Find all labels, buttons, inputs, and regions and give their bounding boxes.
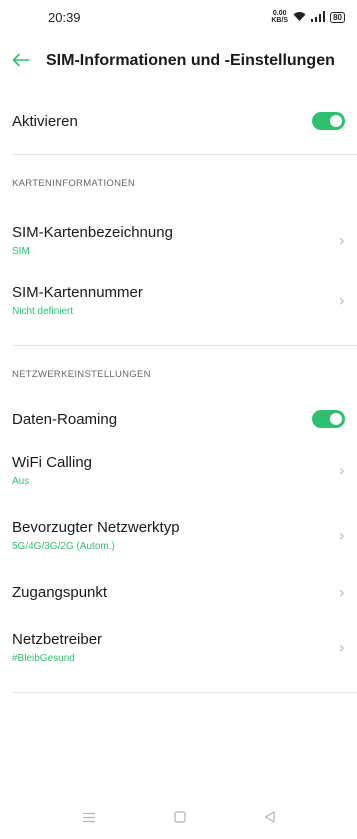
network-type-value: 5G/4G/3G/2G (Autom.) — [12, 540, 115, 552]
navigation-bar — [0, 797, 357, 839]
sim-card-number-row[interactable]: SIM-Kartennummer Nicht definiert › — [0, 269, 357, 331]
network-type-row[interactable]: Bevorzugter Netzwerktyp 5G/4G/3G/2G (Aut… — [0, 504, 357, 566]
chevron-right-icon: › — [338, 637, 345, 657]
sim-card-number-value: Nicht definiert — [12, 305, 74, 317]
battery-icon: 80 — [330, 11, 345, 23]
network-speed-value: 0.00 — [272, 10, 287, 17]
activate-label: Aktivieren — [12, 112, 78, 130]
wifi-calling-label: WiFi Calling — [12, 453, 93, 471]
signal-icon — [311, 10, 326, 25]
network-speed: 0.00 KB/S — [271, 10, 288, 24]
data-roaming-row[interactable]: Daten-Roaming — [0, 402, 357, 436]
home-icon[interactable] — [174, 810, 186, 826]
back-icon[interactable] — [264, 810, 275, 826]
chevron-right-icon: › — [338, 230, 345, 250]
chevron-right-icon: › — [338, 525, 345, 545]
back-arrow-icon[interactable] — [12, 51, 32, 71]
divider — [12, 692, 357, 693]
activate-toggle[interactable] — [312, 112, 345, 130]
chevron-right-icon: › — [338, 460, 345, 480]
page-title: SIM-Informationen und -Einstellungen — [46, 52, 335, 69]
carrier-value: #BleibGesund — [12, 652, 75, 664]
app-header: SIM-Informationen und -Einstellungen — [0, 34, 357, 88]
sim-card-name-label: SIM-Kartenbezeichnung — [12, 223, 173, 241]
section-card-info: KARTENINFORMATIONEN — [12, 177, 136, 189]
wifi-calling-row[interactable]: WiFi Calling Aus › — [0, 436, 357, 504]
network-type-label: Bevorzugter Netzwerktyp — [12, 518, 180, 536]
carrier-row[interactable]: Netzbetreiber #BleibGesund › — [0, 618, 357, 676]
network-speed-unit: KB/S — [271, 17, 289, 24]
chevron-right-icon: › — [338, 582, 345, 602]
status-bar: 20:39 0.00 KB/S 80 — [0, 0, 357, 34]
menu-icon[interactable] — [82, 810, 96, 826]
sim-card-number-label: SIM-Kartennummer — [12, 283, 143, 301]
status-time: 20:39 — [48, 9, 81, 25]
chevron-right-icon: › — [338, 290, 345, 310]
data-roaming-toggle[interactable] — [312, 410, 345, 428]
sim-card-name-value: SIM — [12, 245, 30, 257]
section-network-settings: NETZWERKEINSTELLUNGEN — [12, 368, 151, 380]
wifi-calling-value: Aus — [12, 475, 30, 487]
access-point-row[interactable]: Zugangspunkt › — [0, 566, 357, 618]
carrier-label: Netzbetreiber — [12, 630, 103, 648]
wifi-icon — [293, 10, 306, 25]
sim-card-name-row[interactable]: SIM-Kartenbezeichnung SIM › — [0, 211, 357, 269]
activate-row[interactable]: Aktivieren — [0, 88, 357, 154]
access-point-label: Zugangspunkt — [12, 583, 108, 601]
data-roaming-label: Daten-Roaming — [12, 410, 118, 428]
status-icons: 0.00 KB/S 80 — [271, 10, 345, 25]
